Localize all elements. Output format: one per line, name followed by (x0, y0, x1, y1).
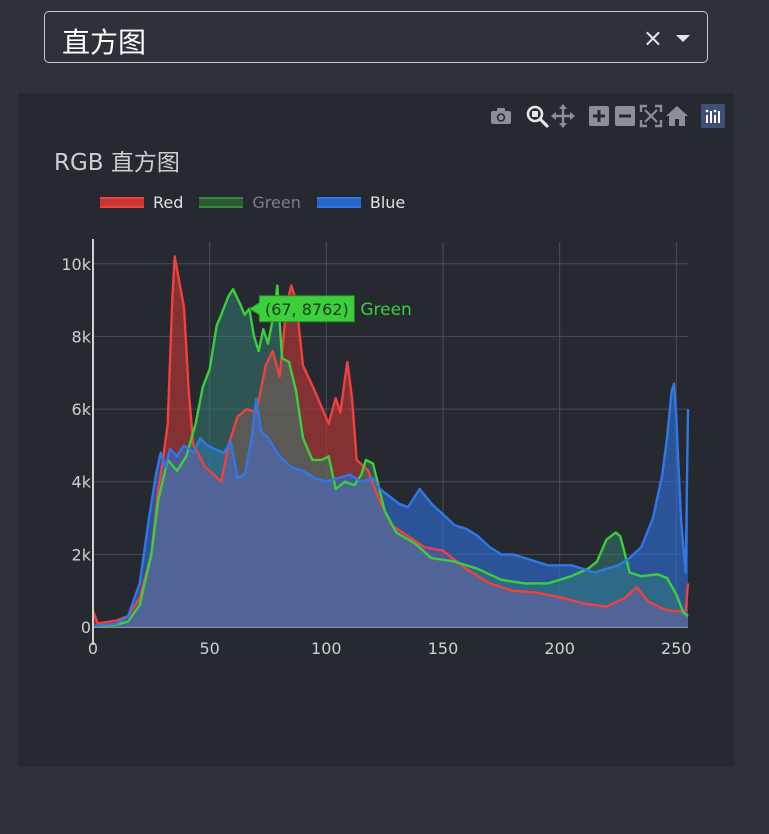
plot-area[interactable]: 0 50 100 150 200 25002k4k6k8k10k (67, 8762) Gr… (18, 93, 734, 767)
y-tick-label: 0 (81, 618, 91, 637)
y-tick-label: 2k (72, 545, 92, 564)
x-tick-label: 100 (311, 639, 342, 658)
chart-panel: RGB 直方图 Red Green Blue 0 50 100 150 200 250 0 2… (18, 93, 734, 767)
y-tick-label: 8k (72, 327, 92, 346)
y-tick-label: 4k (72, 473, 92, 492)
hover-tooltip: (67, 8762) Green (248, 295, 412, 323)
y-tick-label: 6k (72, 400, 92, 419)
tooltip-series: Green (360, 300, 411, 320)
x-tick-label: 200 (544, 639, 575, 658)
y-tick-label: 10k (61, 255, 91, 274)
x-tick-label: 50 (199, 639, 219, 658)
chart-type-dropdown[interactable]: 直方图 × (44, 11, 708, 63)
dropdown-value: 直方图 (62, 26, 147, 59)
x-tick-label: 250 (661, 639, 692, 658)
chevron-down-icon[interactable] (676, 35, 690, 42)
tooltip-value: (67, 8762) (265, 300, 349, 319)
x-tick-label: 150 (428, 639, 459, 658)
clear-icon[interactable]: × (643, 24, 663, 52)
